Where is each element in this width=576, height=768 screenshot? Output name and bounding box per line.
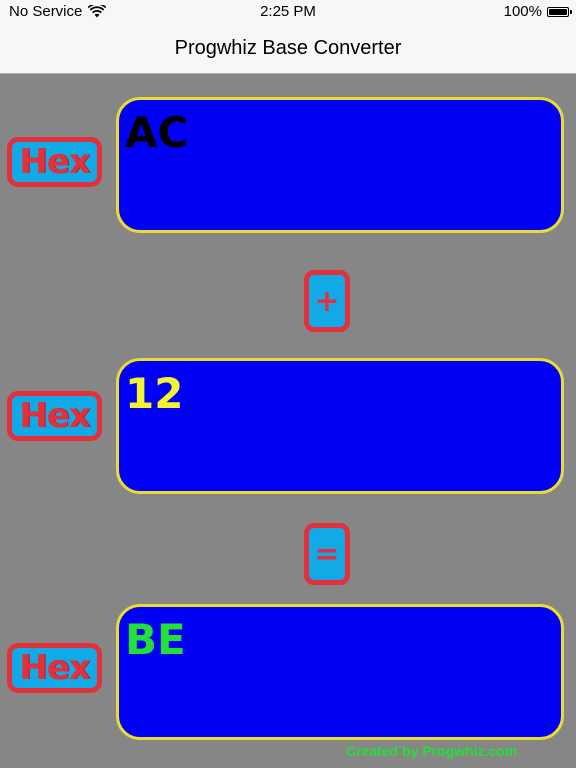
footer-credit[interactable]: Created by Progwhiz.com: [346, 743, 517, 759]
clock: 2:25 PM: [260, 3, 316, 20]
operand1-unit-label: Hex: [19, 142, 90, 182]
result-field: BE: [116, 604, 564, 740]
status-bar: No Service 2:25 PM 100%: [0, 0, 576, 24]
operand1-unit-button[interactable]: Hex: [7, 137, 102, 187]
operator-button[interactable]: +: [304, 270, 350, 332]
equals-label: =: [314, 536, 340, 572]
result-unit-label: Hex: [19, 648, 90, 688]
navigation-bar: Progwhiz Base Converter: [0, 24, 576, 74]
battery-icon: [547, 6, 572, 17]
operand2-value: 12: [125, 369, 184, 418]
operand2-unit-label: Hex: [19, 396, 90, 436]
battery-percent: 100%: [503, 3, 542, 20]
result-unit-button[interactable]: Hex: [7, 643, 102, 693]
operand1-value: AC: [125, 108, 189, 157]
operand2-field[interactable]: 12: [116, 358, 564, 494]
operator-label: +: [314, 283, 340, 319]
result-value: BE: [125, 615, 186, 664]
operand2-unit-button[interactable]: Hex: [7, 391, 102, 441]
page-title: Progwhiz Base Converter: [174, 37, 402, 59]
equals-button[interactable]: =: [304, 523, 350, 585]
status-right: 100%: [503, 3, 572, 20]
operand1-field[interactable]: AC: [116, 97, 564, 233]
